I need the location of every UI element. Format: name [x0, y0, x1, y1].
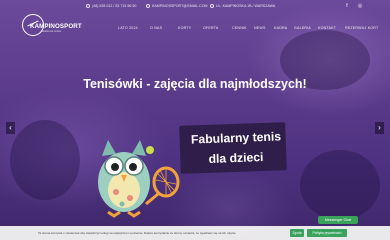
phone-contact[interactable]: (48) 535 012 / 53 715 96 50	[86, 4, 136, 8]
facebook-icon[interactable]: f	[344, 3, 350, 9]
phone-icon	[86, 4, 90, 8]
background-shape	[300, 150, 380, 220]
mail-icon	[146, 4, 150, 8]
instagram-icon[interactable]: ◎	[357, 3, 363, 9]
phone-text: (48) 535 012 / 53 715 96 50	[92, 4, 137, 8]
nav-item-rezerwuj-kort[interactable]: REZERWUJ KORT	[345, 26, 378, 30]
nav-item-news[interactable]: NEWS	[254, 26, 266, 30]
privacy-policy-button[interactable]: Polityka prywatności	[307, 229, 347, 237]
top-contact-bar: (48) 535 012 / 53 715 96 50 KAMPINOSSPOR…	[0, 0, 390, 13]
nav-item-o-nas[interactable]: O NAS	[150, 26, 162, 30]
nav-item-korty[interactable]: KORTY	[178, 26, 191, 30]
nav-item-lato-2024[interactable]: LATO 2024	[118, 26, 138, 30]
nav-item-kontakt[interactable]: KONTAKT	[318, 26, 336, 30]
messenger-chat-button[interactable]: Messenger Chat	[318, 216, 358, 224]
logo-subtitle: akademia tenisa	[42, 30, 61, 33]
site-logo[interactable]: KAMPINOSPORT akademia tenisa	[22, 14, 82, 46]
nav-item-cennik[interactable]: CENNIK	[232, 26, 247, 30]
background-shape	[10, 120, 80, 200]
address-text: UL. KAMPINOSKA 1B / WARSZAWA	[216, 4, 276, 8]
nav-item-oferta[interactable]: OFERTA	[203, 26, 218, 30]
cookie-bar: Ta strona korzysta z ciasteczek aby świa…	[0, 226, 390, 240]
slider-next-button[interactable]: ›	[375, 122, 384, 134]
cookie-text: Ta strona korzysta z ciasteczek aby świa…	[38, 231, 237, 235]
nav-item-kadra[interactable]: KADRA	[274, 26, 287, 30]
email-text: KAMPINOSSPORT@GMAIL.COM	[152, 4, 208, 8]
location-icon	[210, 4, 214, 8]
slider-prev-button[interactable]: ‹	[6, 122, 15, 134]
email-contact[interactable]: KAMPINOSSPORT@GMAIL.COM	[146, 4, 208, 8]
cookie-accept-button[interactable]: Zgoda	[290, 229, 304, 237]
logo-text: KAMPINOSPORT	[30, 23, 82, 30]
address-contact: UL. KAMPINOSKA 1B / WARSZAWA	[210, 4, 275, 8]
hero-title: Tenisówki - zajęcia dla najmłodszych!	[83, 77, 307, 91]
nav-item-galeria[interactable]: GALERIA	[294, 26, 311, 30]
